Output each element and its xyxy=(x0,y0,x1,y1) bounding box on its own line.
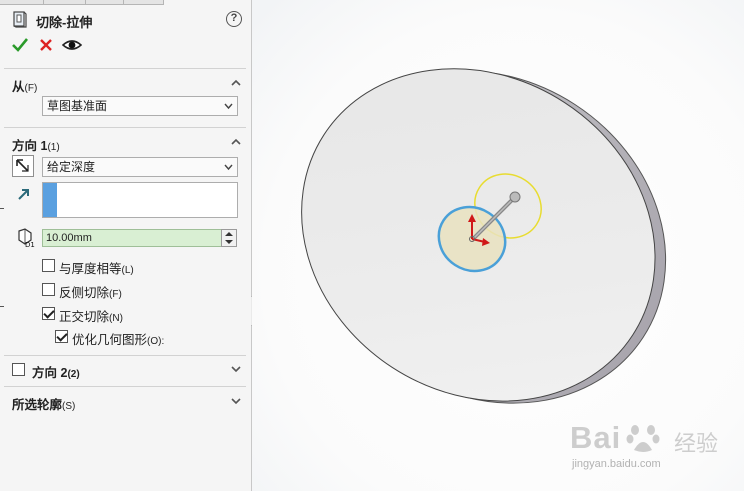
depth-input[interactable]: 10.00mm xyxy=(42,229,222,247)
start-condition-value: 草图基准面 xyxy=(47,99,108,113)
from-section-shortcut: (F) xyxy=(24,83,38,94)
normal-cut-checkbox[interactable] xyxy=(42,307,55,320)
chevron-up-icon[interactable] xyxy=(231,78,241,88)
option-shortcut: (L) xyxy=(121,265,134,276)
eye-icon xyxy=(61,40,83,50)
watermark-url: jingyan.baidu.com xyxy=(572,458,661,470)
chevron-down-icon[interactable] xyxy=(231,396,241,406)
direction-vector-icon xyxy=(18,189,29,200)
model-view[interactable] xyxy=(252,0,744,491)
preview-button[interactable] xyxy=(61,36,83,56)
graphics-viewport[interactable] xyxy=(252,0,744,491)
flip-side-to-cut-label: 反侧切除(F) xyxy=(59,282,122,301)
option-text: 反侧切除 xyxy=(59,286,110,300)
section-divider xyxy=(4,386,246,387)
option-shortcut: (N) xyxy=(109,313,123,324)
feature-header: 切除-拉伸 ? xyxy=(10,10,246,30)
panel-edge-tick xyxy=(0,306,4,307)
direction2-text: 方向 2 xyxy=(32,366,68,380)
optimize-geometry-label: 优化几何图形(O): xyxy=(72,329,164,348)
checkmark-icon xyxy=(12,38,29,52)
section-divider xyxy=(4,68,246,69)
depth-dimension-label: D1 xyxy=(25,241,35,248)
spin-up-icon[interactable] xyxy=(225,232,233,236)
from-section-title[interactable]: 从(F) xyxy=(12,76,37,95)
help-button[interactable]: ? xyxy=(226,11,242,27)
selected-contours-section-title[interactable]: 所选轮廓(S) xyxy=(12,394,75,413)
contours-shortcut: (S) xyxy=(62,401,76,412)
option-text: 与厚度相等 xyxy=(59,262,122,276)
option-text: 正交切除 xyxy=(59,310,110,324)
chevron-down-icon xyxy=(224,164,233,171)
option-shortcut: (O): xyxy=(147,336,165,347)
ok-button[interactable] xyxy=(10,36,30,56)
direction2-shortcut: (2) xyxy=(67,369,80,380)
baidu-watermark: Bai 经验 jingyan.baidu.com xyxy=(570,420,740,476)
feature-title: 切除-拉伸 xyxy=(36,15,93,30)
tab-feature-manager[interactable] xyxy=(0,0,44,5)
extruded-cut-icon xyxy=(13,11,27,28)
depth-dimension-icon: D1 xyxy=(18,228,35,248)
direction-reference-listbox[interactable] xyxy=(42,182,238,218)
panel-edge-tick xyxy=(0,208,4,209)
equal-thickness-checkbox[interactable] xyxy=(42,259,55,272)
depth-value: 10.00mm xyxy=(46,232,92,244)
watermark-brand-suffix: 经验 xyxy=(674,432,719,457)
direction1-section-title[interactable]: 方向 1(1) xyxy=(12,135,60,154)
spin-down-icon[interactable] xyxy=(225,240,233,244)
normal-cut-label: 正交切除(N) xyxy=(59,306,123,325)
chevron-down-icon[interactable] xyxy=(231,364,241,374)
direction1-label: 方向 1 xyxy=(12,139,48,153)
cancel-button[interactable] xyxy=(36,36,56,56)
option-shortcut: (F) xyxy=(109,289,122,300)
from-section-label: 从 xyxy=(12,80,25,94)
end-condition-dropdown[interactable]: 给定深度 xyxy=(42,157,238,177)
depth-drag-handle[interactable] xyxy=(509,191,521,203)
start-condition-dropdown[interactable]: 草图基准面 xyxy=(42,96,238,116)
tab-configuration-manager[interactable] xyxy=(86,0,124,5)
direction2-label: 方向 2(2) xyxy=(32,362,80,381)
tab-dimxpert[interactable] xyxy=(124,0,164,5)
watermark-brand: Bai xyxy=(570,420,622,455)
equal-thickness-label: 与厚度相等(L) xyxy=(59,258,134,277)
optimize-geometry-checkbox[interactable] xyxy=(55,330,68,343)
tab-property-manager[interactable] xyxy=(44,0,86,5)
chevron-down-icon xyxy=(224,103,233,110)
flip-side-to-cut-checkbox[interactable] xyxy=(42,283,55,296)
direction1-shortcut: (1) xyxy=(47,142,60,153)
paw-logo-icon xyxy=(626,425,660,452)
property-manager-panel: 切除-拉伸 ? 从(F) 草图基准面 方向 1(1) 给定深度 D1 10.00… xyxy=(0,0,252,491)
close-icon xyxy=(40,39,52,51)
option-text: 优化几何图形 xyxy=(72,333,148,347)
contours-label: 所选轮廓 xyxy=(12,398,63,412)
direction2-checkbox[interactable] xyxy=(12,363,25,376)
chevron-up-icon[interactable] xyxy=(231,137,241,147)
section-divider xyxy=(4,355,246,356)
listbox-selection-marker xyxy=(43,183,57,217)
depth-spinner[interactable] xyxy=(221,229,237,247)
end-condition-value: 给定深度 xyxy=(47,160,96,174)
section-divider xyxy=(4,127,246,128)
panel-tab-strip xyxy=(0,0,252,5)
reverse-direction-icon xyxy=(16,159,29,172)
reverse-direction-button[interactable] xyxy=(12,155,34,177)
